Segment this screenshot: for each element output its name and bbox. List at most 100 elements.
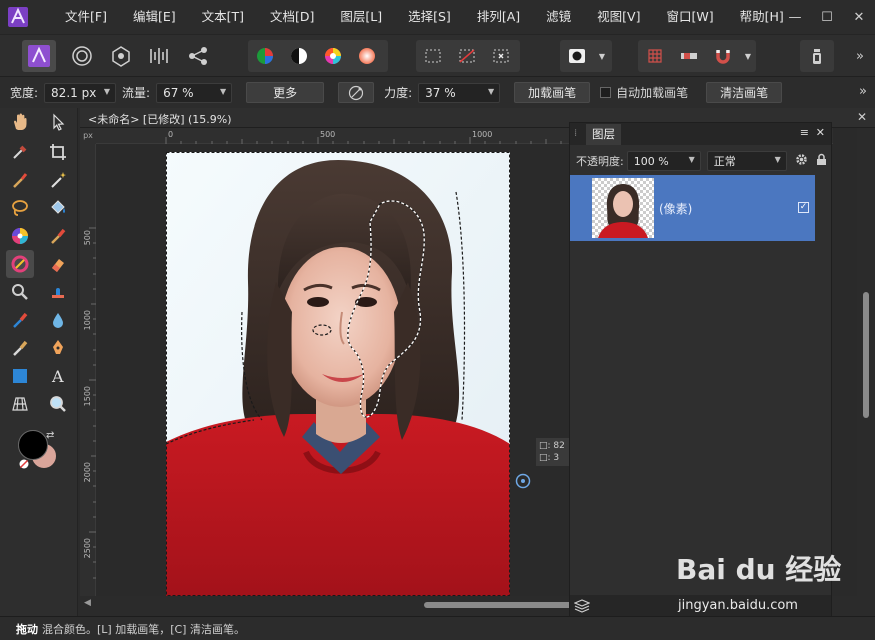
rectangle-tool-icon[interactable] [6, 362, 34, 390]
readout-line-2: □: 3 [539, 453, 560, 463]
context-overflow-icon[interactable]: » [859, 84, 867, 99]
checkbox-icon[interactable] [600, 87, 612, 98]
selection-brush-icon[interactable] [6, 166, 34, 194]
tab-layers[interactable]: 图层 [586, 124, 621, 145]
more-button[interactable]: 更多 [246, 82, 325, 103]
maximize-button[interactable]: ☐ [811, 0, 843, 34]
text-tool-icon[interactable]: A [44, 362, 72, 390]
panel-menu-icon[interactable]: ≡ [800, 126, 809, 139]
layer-row[interactable]: (像素) ✓ [570, 175, 815, 241]
lock-icon[interactable] [816, 153, 827, 169]
paint-brush-icon[interactable] [44, 222, 72, 250]
force-field[interactable]: 37 % ▼ [418, 82, 501, 103]
blend-mode-select[interactable]: 正常 ▼ [706, 151, 787, 171]
close-icon[interactable]: ✕ [816, 126, 825, 139]
crop-tool-icon[interactable] [44, 138, 72, 166]
vertical-scroll-thumb[interactable] [863, 292, 869, 418]
menu-file[interactable]: 文件[F] [52, 0, 120, 34]
chevron-down-icon[interactable]: ▼ [740, 52, 756, 61]
menu-view[interactable]: 视图[V] [584, 0, 653, 34]
swap-colors-icon[interactable]: ⇄ [46, 430, 54, 441]
chevron-down-icon[interactable]: ▼ [775, 155, 781, 164]
healing-brush-icon[interactable] [6, 306, 34, 334]
layer-visibility-checkbox[interactable]: ✓ [798, 202, 809, 213]
smudge-brush-icon[interactable] [6, 334, 34, 362]
layers-panel-footer [570, 595, 831, 617]
close-icon[interactable]: ✕ [857, 110, 867, 124]
assistant-icon[interactable] [800, 40, 834, 72]
color-wheel-icon[interactable] [6, 222, 34, 250]
quick-mask-icon[interactable] [560, 40, 594, 72]
no-color-icon[interactable] [18, 458, 30, 473]
layers-panel: ⁞ 图层 ≡ ✕ 不透明度: 100 % ▼ 正常 ▼ (像素) ✓ [569, 122, 832, 617]
white-balance-icon[interactable] [282, 40, 316, 72]
pressure-icon[interactable] [338, 82, 375, 103]
gear-icon[interactable] [795, 153, 808, 169]
hsl-icon[interactable] [316, 40, 350, 72]
erase-brush-icon[interactable] [44, 250, 72, 278]
color-picker-icon[interactable] [6, 138, 34, 166]
close-button[interactable]: ✕ [843, 0, 875, 34]
chevron-down-icon[interactable]: ▼ [220, 87, 226, 96]
width-field[interactable]: 82.1 px ▼ [44, 82, 117, 103]
load-brush-button[interactable]: 加载画笔 [514, 82, 591, 103]
chevron-down-icon[interactable]: ▼ [594, 52, 610, 61]
menu-document[interactable]: 文档[D] [257, 0, 327, 34]
layer-stack-icon[interactable] [570, 595, 594, 617]
export-persona-icon[interactable] [182, 40, 214, 72]
photo-persona-icon[interactable] [22, 40, 56, 72]
blur-brush-icon[interactable] [44, 306, 72, 334]
chevron-down-icon[interactable]: ▼ [488, 87, 494, 96]
flow-field[interactable]: 67 % ▼ [156, 82, 233, 103]
zoom-tool-icon[interactable] [44, 390, 72, 418]
levels-icon[interactable] [248, 40, 282, 72]
horizontal-scroll-thumb[interactable] [424, 602, 574, 608]
toolbar-overflow-icon[interactable]: » [850, 40, 870, 72]
clone-stamp-icon[interactable] [44, 278, 72, 306]
vertical-scrollbar[interactable] [857, 128, 875, 596]
auto-load-checkbox[interactable]: 自动加载画笔 [600, 84, 688, 101]
panel-grip-icon[interactable]: ⁞ [574, 128, 577, 139]
clean-brush-button[interactable]: 清洁画笔 [706, 82, 783, 103]
snapping-grid-icon[interactable] [638, 40, 672, 72]
chevron-down-icon[interactable]: ▼ [689, 155, 695, 164]
develop-persona-icon[interactable] [105, 40, 137, 72]
opacity-field[interactable]: 100 % ▼ [626, 151, 701, 171]
menu-filters[interactable]: 滤镜 [533, 0, 584, 34]
dodge-tool-icon[interactable] [6, 278, 34, 306]
magic-wand-icon[interactable] [44, 166, 72, 194]
move-tool-icon[interactable] [44, 108, 72, 136]
chevron-down-icon[interactable]: ▼ [104, 87, 110, 96]
deselect-icon[interactable] [450, 40, 484, 72]
freehand-select-icon[interactable] [6, 194, 34, 222]
invert-selection-icon[interactable] [484, 40, 518, 72]
recolor-icon[interactable] [350, 40, 384, 72]
menu-select[interactable]: 选择[S] [395, 0, 464, 34]
menu-layer[interactable]: 图层[L] [327, 0, 395, 34]
tone-mapping-persona-icon[interactable] [143, 40, 175, 72]
menu-window[interactable]: 窗口[W] [653, 0, 726, 34]
snapping-options-icon[interactable] [672, 40, 706, 72]
layer-name: (像素) [659, 202, 693, 216]
pen-tool-icon[interactable] [44, 334, 72, 362]
primary-color-front [18, 430, 48, 460]
photo-canvas[interactable] [166, 152, 510, 596]
mesh-warp-icon[interactable] [6, 390, 34, 418]
minimize-button[interactable]: — [779, 0, 811, 34]
menu-edit[interactable]: 编辑[E] [120, 0, 189, 34]
auto-load-label: 自动加载画笔 [616, 86, 689, 100]
liquify-persona-icon[interactable] [66, 40, 98, 72]
marquee-select-icon[interactable] [416, 40, 450, 72]
app-logo[interactable] [6, 5, 30, 29]
mixer-brush-icon[interactable] [6, 250, 34, 278]
layers-panel-header: ⁞ 图层 ≡ ✕ [570, 123, 831, 145]
flood-fill-icon[interactable] [44, 194, 72, 222]
menu-arrange[interactable]: 排列[A] [464, 0, 533, 34]
magnet-snapping-icon[interactable] [706, 40, 740, 72]
ruler-tick-label: 2000 [83, 462, 92, 483]
flow-label: 流量: [122, 86, 151, 100]
menu-text[interactable]: 文本[T] [189, 0, 257, 34]
scroll-left-icon[interactable]: ◀ [84, 598, 91, 608]
hand-tool-icon[interactable] [6, 108, 34, 136]
width-label: 宽度: [10, 86, 39, 100]
